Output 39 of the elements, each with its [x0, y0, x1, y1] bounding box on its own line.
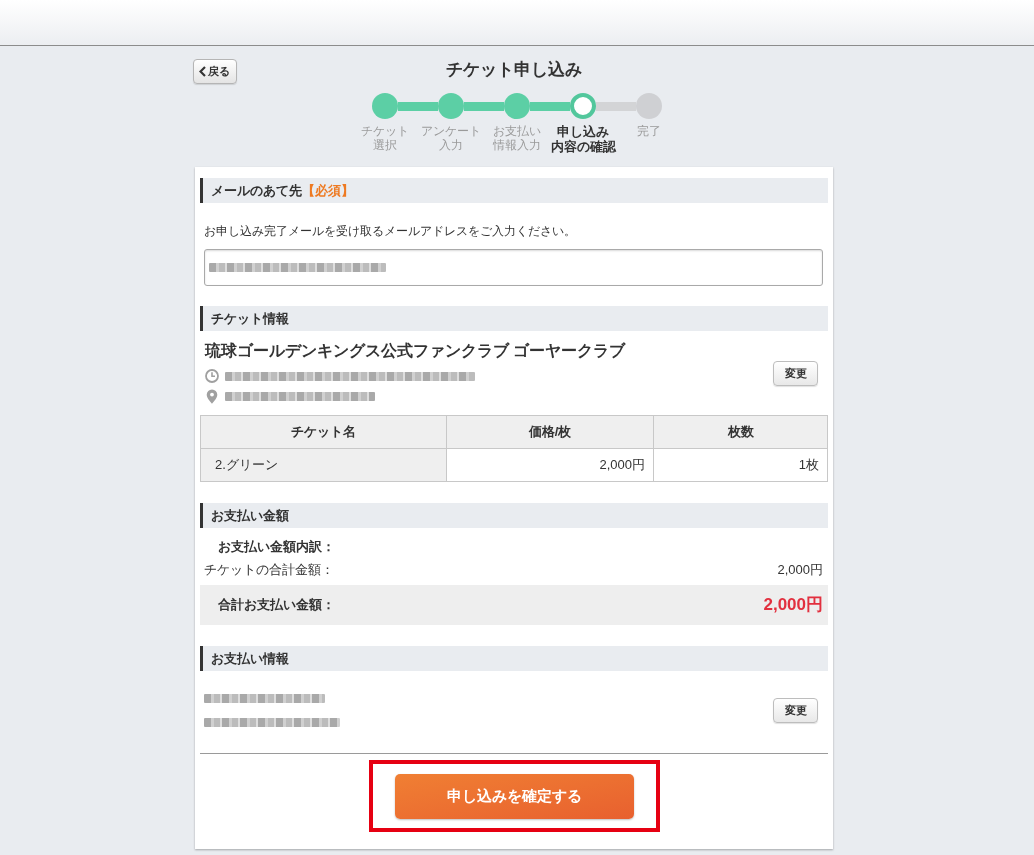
section-title: お支払い情報 — [211, 649, 289, 668]
total-label: 合計お支払い金額： — [218, 596, 335, 615]
step-label: チケット — [361, 124, 409, 138]
step-label: アンケート — [421, 124, 481, 138]
step-label: 選択 — [373, 138, 397, 152]
column-header: チケット名 — [200, 415, 447, 449]
table-cell: 2,000円 — [446, 448, 654, 482]
clock-icon — [205, 369, 219, 383]
change-button[interactable]: 変更 — [773, 697, 818, 723]
required-mark: 【必須】 — [302, 181, 354, 200]
total-amount: 2,000円 — [763, 594, 823, 617]
step-connector — [398, 101, 438, 111]
page-title: チケット申し込み — [446, 59, 582, 81]
change-button[interactable]: 変更 — [773, 361, 818, 386]
step-connector — [530, 101, 570, 111]
chevron-left-icon — [199, 66, 206, 77]
section-title: チケット情報 — [211, 309, 289, 328]
instruction-text: お申し込み完了メールを受け取るメールアドレスをご入力ください。 — [203, 224, 577, 238]
section-title: メールのあて先 — [211, 181, 302, 200]
breakdown-label: お支払い金額内訳： — [217, 539, 336, 555]
amount-value: 2,000円 — [777, 562, 823, 578]
column-header: 枚数 — [653, 415, 828, 449]
email-field[interactable] — [204, 249, 823, 286]
amount-label: チケットの合計金額： — [204, 562, 334, 578]
step-label: お支払い — [493, 124, 541, 138]
step-connector — [596, 101, 636, 111]
step-label: 申し込み — [557, 124, 609, 139]
section-title: お支払い金額 — [211, 506, 289, 525]
step-connector — [464, 101, 504, 111]
step-label: 入力 — [439, 138, 463, 152]
back-button[interactable]: 戻る — [193, 59, 237, 84]
column-header: 価格/枚 — [446, 415, 654, 449]
table-cell: 1枚 — [653, 448, 828, 482]
map-pin-icon — [206, 388, 218, 404]
step-label: 完了 — [637, 124, 661, 138]
step-label: 情報入力 — [493, 138, 541, 152]
event-title: 琉球ゴールデンキングス公式ファンクラブ ゴーヤークラブ — [203, 341, 627, 361]
step-label: 内容の確認 — [550, 139, 616, 154]
table-cell: 2.グリーン — [200, 448, 447, 482]
